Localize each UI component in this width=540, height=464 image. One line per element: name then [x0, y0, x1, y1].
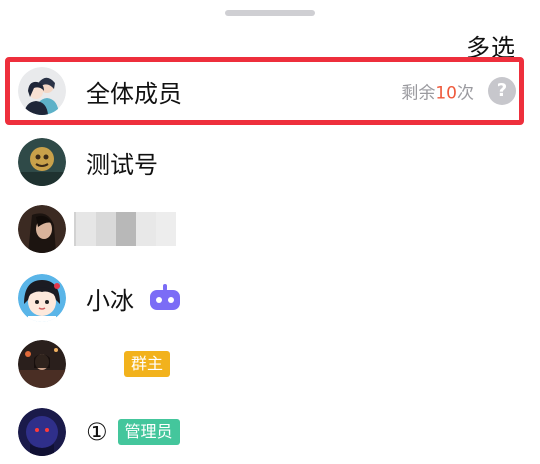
member-avatar — [18, 340, 66, 388]
member-name: ① — [86, 418, 108, 446]
member-avatar — [18, 138, 66, 186]
blurred-name — [74, 212, 176, 246]
sheet-grabber[interactable] — [225, 10, 315, 16]
robot-icon — [150, 284, 180, 310]
member-avatar — [18, 408, 66, 456]
member-row[interactable]: 测试号 — [0, 130, 540, 194]
admin-badge: 管理员 — [117, 419, 180, 445]
member-name: 测试号 — [86, 150, 158, 179]
owner-badge: 群主 — [124, 351, 171, 377]
member-row[interactable] — [0, 197, 540, 261]
highlight-box — [5, 57, 524, 125]
member-row[interactable]: 小冰 — [0, 266, 540, 330]
member-avatar — [18, 205, 66, 253]
member-row[interactable]: ① 管理员 — [0, 400, 540, 464]
member-row[interactable]: 群主 — [0, 332, 540, 396]
member-avatar — [18, 274, 66, 322]
member-name: 小冰 — [86, 286, 134, 315]
